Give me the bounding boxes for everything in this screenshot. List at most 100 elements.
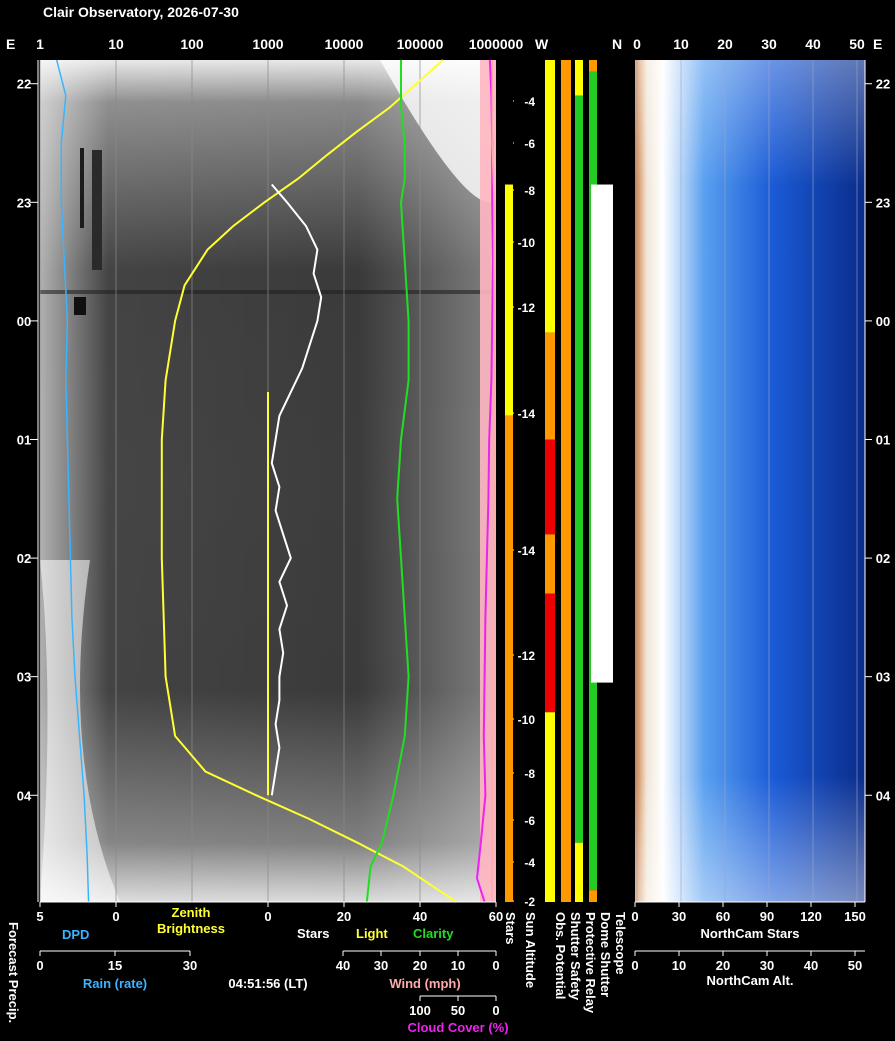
northcam-alt-top-ticks: 0 10 20 30 40 50 [633, 36, 865, 52]
zenith-label-2: Brightness [157, 921, 225, 936]
time-label-right-0: 22 [876, 77, 890, 92]
forecast-precip-label: Forecast Precip. [6, 922, 21, 1023]
time-label-left-4: 02 [17, 551, 31, 566]
northcam-alt-label: NorthCam Alt. [707, 973, 794, 988]
clarity-label: Clarity [413, 926, 454, 941]
status-1-segment-1 [545, 332, 555, 440]
status-0-segment-3 [505, 439, 513, 902]
brightness-tick-6: 1000000 [469, 36, 524, 52]
northcam-alt-label-0: 0 [631, 958, 638, 973]
status-1-segment-3 [545, 534, 555, 594]
northcam-alt-top-tick-3: 30 [761, 36, 777, 52]
brightness-tick-1: 10 [108, 36, 124, 52]
rain-label-0: 0 [36, 958, 43, 973]
sun-alt-label-9: -8 [524, 767, 535, 781]
top-axis-east-right: E [873, 36, 882, 52]
status-0-segment-1 [505, 184, 513, 416]
northcam-alt-top-tick-2: 20 [717, 36, 733, 52]
rain-label-1: 15 [108, 958, 122, 973]
wind-label: Wind (mph) [389, 976, 460, 991]
brightness-tick-5: 100000 [397, 36, 444, 52]
dpd-label-1: 0 [112, 909, 119, 924]
cloud-label-2: 0 [492, 1003, 499, 1018]
northcam-alt-label-3: 30 [760, 958, 774, 973]
time-label-right-3: 01 [876, 432, 890, 447]
dpd-label-0: 5 [36, 909, 43, 924]
wind-label-3: 10 [451, 958, 465, 973]
sun-alt-label-10: -6 [524, 814, 535, 828]
vertical-label-0: Stars [503, 912, 518, 945]
status-3-segment-2 [575, 842, 583, 902]
northcam-stars-label: NorthCam Stars [701, 926, 800, 941]
vertical-label-4: Protective Relay [583, 912, 598, 1014]
wind-label-2: 20 [413, 958, 427, 973]
northcam-stars-label-0: 0 [631, 909, 638, 924]
wind-label-1: 30 [374, 958, 388, 973]
northcam-alt-top-tick-0: 0 [633, 36, 641, 52]
top-axis-east-left: E [6, 36, 15, 52]
vertical-label-1: Sun Altitude [523, 912, 538, 988]
status-1-segment-0 [545, 60, 555, 333]
brightness-tick-0: 1 [36, 36, 44, 52]
sun-alt-label-5: -14 [518, 407, 536, 421]
vertical-label-3: Shutter Safety [568, 912, 583, 1001]
northcam-stars-label-2: 60 [716, 909, 730, 924]
brightness-tick-2: 100 [180, 36, 204, 52]
sun-alt-label-2: -8 [524, 184, 535, 198]
sun-alt-label-8: -10 [518, 713, 536, 727]
vertical-label-5: Dome Shutter [598, 912, 613, 997]
status-2-segment-0 [561, 60, 571, 902]
sun-alt-label-12: -2 [524, 895, 535, 909]
northcam-alt-label-1: 10 [672, 958, 686, 973]
cloud-label-0: 100 [409, 1003, 431, 1018]
time-label-right-6: 04 [876, 788, 891, 803]
status-3-segment-1 [575, 95, 583, 843]
brightness-tick-3: 1000 [252, 36, 283, 52]
brightness-tick-labels: 1 10 100 1000 10000 100000 1000000 [36, 36, 523, 52]
bottom-axes: 50 DPD Zenith Brightness 0 20 40 60 Stars L… [6, 901, 866, 1035]
northcam-alt-ticks: 0 10 20 30 40 50 [631, 951, 862, 973]
stars-label: Stars [297, 926, 330, 941]
status-1-segment-2 [545, 439, 555, 535]
northcam-alt-label-2: 20 [716, 958, 730, 973]
northcam-alt-top-tick-1: 10 [673, 36, 689, 52]
top-axis-north: N [612, 36, 622, 52]
northcam-alt-label-5: 50 [848, 958, 862, 973]
rain-label-2: 30 [183, 958, 197, 973]
northcam-alt-top-tick-4: 40 [805, 36, 821, 52]
sun-alt-label-4: -12 [518, 301, 536, 315]
time-label-left-5: 03 [17, 670, 31, 685]
chart-title: Clair Observatory, 2026-07-30 [43, 4, 239, 20]
light-label: Light [356, 926, 388, 941]
top-axis-west: W [535, 36, 549, 52]
status-0-segment-0 [505, 60, 513, 185]
vertical-label-2: Obs. Potential [553, 912, 568, 999]
northcam-stars-label-3: 90 [760, 909, 774, 924]
status-0-segment-2 [505, 415, 513, 440]
time-label-left-2: 00 [17, 314, 31, 329]
northcam-panel [635, 60, 865, 902]
status-3-segment-0 [575, 60, 583, 96]
cloud-label: Cloud Cover (%) [407, 1020, 508, 1035]
stars-ticks: 0 20 40 60 [264, 902, 503, 924]
sun-alt-label-3: -10 [518, 236, 536, 250]
sun-alt-label-11: -4 [524, 856, 535, 870]
stars-label-3: 60 [489, 909, 503, 924]
stars-label-1: 20 [337, 909, 351, 924]
sun-alt-label-1: -6 [524, 137, 535, 151]
northcam-stars-ticks: 0 30 60 90 120 150 [631, 902, 866, 924]
sun-alt-label-0: -4 [524, 95, 535, 109]
time-label-left-0: 22 [17, 77, 31, 92]
wind-label-0: 40 [336, 958, 350, 973]
northcam-stars-label-4: 120 [800, 909, 822, 924]
time-label-right-1: 23 [876, 195, 890, 210]
brightness-tick-4: 10000 [325, 36, 364, 52]
status-4-segment-0 [589, 60, 597, 72]
northcam-stars-label-1: 30 [672, 909, 686, 924]
status-column-labels: Stars Sun Altitude Obs. Potential Shutter S… [503, 912, 628, 1014]
northcam-alt-label-4: 40 [804, 958, 818, 973]
northcam-alt-top-tick-5: 50 [849, 36, 865, 52]
status-4-segment-2 [589, 890, 597, 902]
wind-ticks: 40 30 20 10 0 [336, 951, 500, 973]
timestamp: 04:51:56 (LT) [228, 976, 307, 991]
